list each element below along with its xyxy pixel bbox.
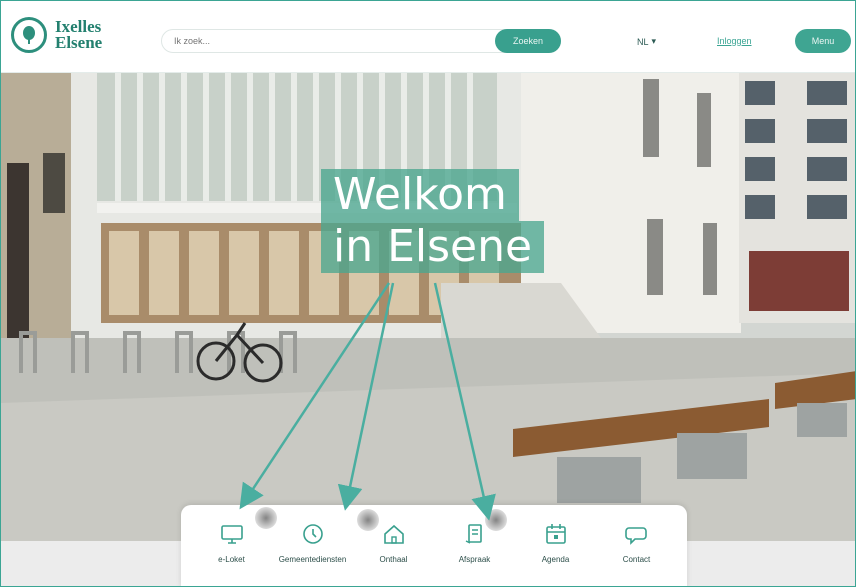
welcome-title-line-1: Welkom — [321, 169, 519, 221]
calendar-icon — [545, 524, 566, 544]
quicklink-contact[interactable]: Contact — [596, 521, 677, 586]
quicklink-agenda[interactable]: Agenda — [515, 521, 596, 586]
chat-icon — [624, 527, 647, 545]
menu-button[interactable]: Menu — [795, 29, 851, 53]
quicklink-label: Contact — [622, 555, 651, 564]
search-input[interactable] — [174, 33, 494, 49]
blur-marker — [357, 509, 379, 531]
login-link[interactable]: Inloggen — [717, 36, 752, 46]
blur-marker — [485, 509, 507, 531]
language-selector[interactable]: NL ▾ — [637, 36, 656, 47]
logo-line-2: Elsene — [55, 33, 103, 52]
logo[interactable]: Ixelles Elsene — [11, 17, 102, 53]
quicklink-onthaal[interactable]: Onthaal — [353, 521, 434, 586]
chevron-down-icon: ▾ — [651, 36, 657, 46]
quicklink-label: Gemeentediensten — [278, 555, 347, 564]
logo-text: Ixelles Elsene — [55, 18, 103, 52]
search-bar: Zoeken — [161, 29, 561, 53]
quicklink-label: Afspraak — [458, 555, 491, 564]
home-icon — [383, 524, 404, 544]
quicklink-label: Onthaal — [379, 555, 408, 564]
hero-photo — [1, 73, 855, 543]
quicklink-label: e-Loket — [218, 555, 245, 564]
search-button[interactable]: Zoeken — [495, 29, 561, 53]
hero-image: Welkom in Elsene — [1, 73, 855, 543]
welcome-title-line-2: in Elsene — [321, 221, 545, 273]
quicklink-afspraak[interactable]: Afspraak — [434, 521, 515, 586]
welcome-banner: Welkom in Elsene — [321, 169, 549, 273]
blur-marker — [255, 507, 277, 529]
language-label: NL — [637, 36, 649, 47]
quicklink-gemeentediensten[interactable]: Gemeentediensten — [272, 521, 353, 586]
quicklink-e-loket[interactable]: e-Loket — [191, 521, 272, 586]
site-header: Ixelles Elsene Zoeken NL ▾ Inloggen Menu — [1, 1, 855, 73]
page-frame: Ixelles Elsene Zoeken NL ▾ Inloggen Menu — [0, 0, 856, 587]
monitor-icon — [220, 525, 243, 544]
clock-icon — [302, 524, 323, 544]
quicklink-label: Agenda — [541, 555, 570, 564]
document-icon — [465, 524, 482, 544]
tree-icon — [11, 17, 47, 53]
